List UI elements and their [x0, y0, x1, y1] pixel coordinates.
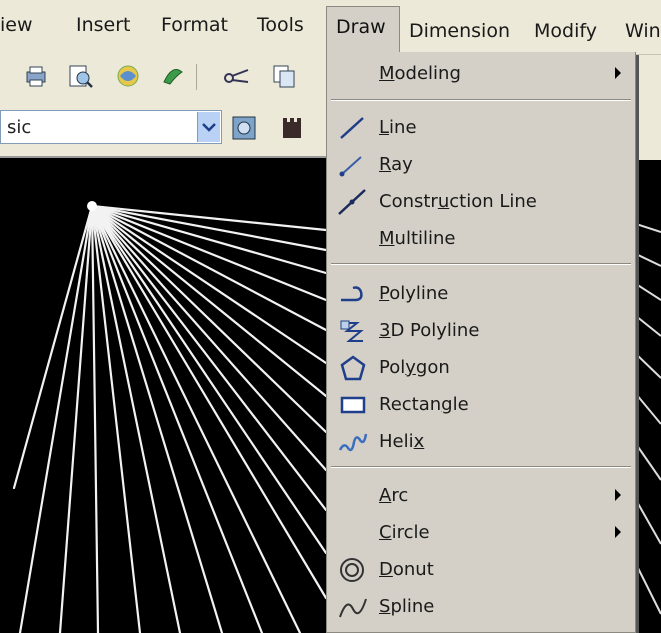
- draw-menu-dropdown: Modeling Line Ray Construction Line Mult…: [326, 52, 636, 633]
- menu-separator: [331, 263, 631, 265]
- menu-dimension[interactable]: Dimension: [409, 20, 510, 42]
- menu-item-ray[interactable]: Ray: [327, 147, 637, 183]
- plot-icon[interactable]: [22, 62, 50, 90]
- text-style-value: sic: [7, 117, 32, 138]
- donut-icon: [337, 556, 369, 584]
- submenu-arrow-icon: [615, 489, 621, 501]
- cut-icon[interactable]: [222, 62, 250, 90]
- copy-icon[interactable]: [270, 62, 298, 90]
- menu-item-modeling[interactable]: Modeling: [327, 56, 637, 92]
- menu-item-donut[interactable]: Donut: [327, 552, 637, 588]
- construction-line-icon: [337, 188, 369, 216]
- autocad-window: iew Insert Format Tools Draw Dimension M…: [0, 0, 661, 633]
- 3d-polyline-icon: [337, 317, 369, 345]
- polygon-icon: [337, 354, 369, 382]
- menu-item-polyline[interactable]: Polyline: [327, 276, 637, 312]
- menu-item-arc[interactable]: Arc: [327, 478, 637, 514]
- menu-item-label: Spline: [379, 596, 435, 617]
- menu-item-construction-line[interactable]: Construction Line: [327, 184, 637, 220]
- menu-item-circle[interactable]: Circle: [327, 515, 637, 551]
- menu-item-label: Donut: [379, 559, 434, 580]
- menu-item-label: Rectangle: [379, 394, 469, 415]
- menu-item-label: Polyline: [379, 283, 449, 304]
- menu-format[interactable]: Format: [161, 14, 228, 36]
- menu-item-label: Line: [379, 117, 417, 138]
- rectangle-icon: [337, 391, 369, 419]
- text-style-manager-icon[interactable]: [230, 114, 258, 142]
- helix-icon: [337, 428, 369, 456]
- menu-modify[interactable]: Modify: [534, 20, 597, 42]
- polyline-icon: [337, 280, 369, 308]
- menu-item-label: Polygon: [379, 357, 450, 378]
- menu-separator: [331, 466, 631, 468]
- menu-separator: [331, 99, 631, 101]
- menu-tools[interactable]: Tools: [257, 14, 304, 36]
- canvas-edge: [635, 54, 661, 633]
- toolbar-separator: [196, 64, 197, 90]
- menu-item-helix[interactable]: Helix: [327, 424, 637, 460]
- menu-item-rectangle[interactable]: Rectangle: [327, 387, 637, 423]
- menu-window[interactable]: Win: [625, 20, 661, 42]
- ray-icon: [337, 151, 369, 179]
- styles-toolbar: sic: [0, 100, 326, 158]
- line-icon: [337, 114, 369, 142]
- menu-item-line[interactable]: Line: [327, 110, 637, 146]
- publish-icon[interactable]: [114, 62, 142, 90]
- menu-view[interactable]: iew: [0, 14, 33, 36]
- menu-item-label: Arc: [379, 485, 409, 506]
- menu-item-polygon[interactable]: Polygon: [327, 350, 637, 386]
- ray-origin-point: [87, 201, 97, 211]
- menu-item-3d-polyline[interactable]: 3D Polyline: [327, 313, 637, 349]
- menu-bar: iew Insert Format Tools Draw Dimension M…: [0, 0, 661, 55]
- text-style-dropdown[interactable]: sic: [0, 110, 222, 144]
- menu-draw[interactable]: Draw: [326, 6, 400, 55]
- chevron-down-icon[interactable]: [197, 112, 220, 142]
- spline-icon: [337, 593, 369, 621]
- dimension-style-icon[interactable]: [278, 114, 306, 142]
- submenu-arrow-icon: [615, 526, 621, 538]
- standard-toolbar: [0, 54, 326, 100]
- menu-item-label: 3D Polyline: [379, 320, 480, 341]
- menu-item-label: Ray: [379, 154, 413, 175]
- menu-draw-label: Draw: [336, 16, 386, 38]
- menu-item-label: Multiline: [379, 228, 456, 249]
- menu-insert[interactable]: Insert: [76, 14, 131, 36]
- menu-item-spline[interactable]: Spline: [327, 589, 637, 625]
- menu-item-label: Construction Line: [379, 191, 537, 212]
- menu-item-label: Circle: [379, 522, 430, 543]
- plot-preview-icon[interactable]: [66, 62, 94, 90]
- menu-item-multiline[interactable]: Multiline: [327, 221, 637, 257]
- menu-item-label: Helix: [379, 431, 425, 452]
- submenu-arrow-icon: [615, 67, 621, 79]
- 3d-dwf-icon[interactable]: [158, 62, 186, 90]
- menu-item-label: Modeling: [379, 63, 461, 84]
